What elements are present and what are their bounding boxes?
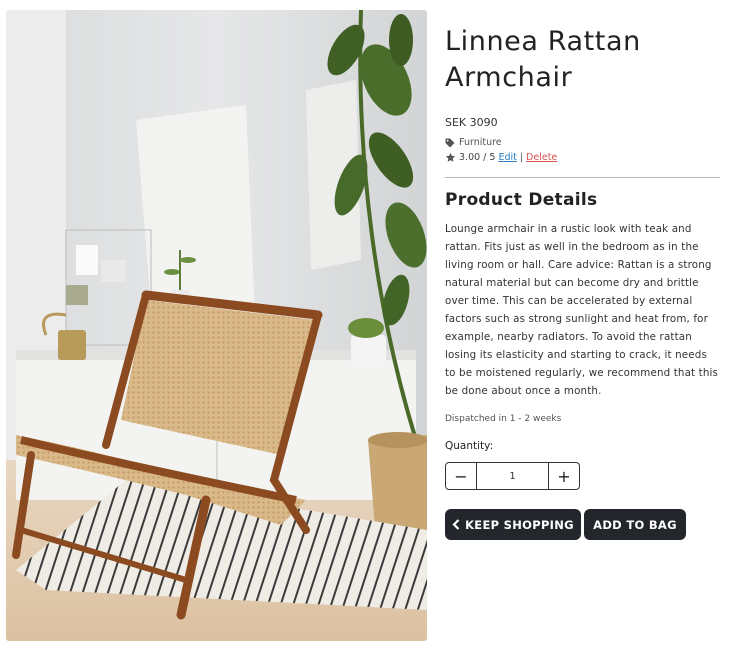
add-to-bag-button[interactable]: ADD TO BAG — [584, 509, 686, 540]
keep-shopping-label: KEEP SHOPPING — [465, 517, 574, 532]
product-rating: 3.00 / 5 Edit | Delete — [445, 152, 720, 163]
link-separator: | — [519, 152, 524, 163]
delete-link[interactable]: Delete — [526, 152, 557, 163]
quantity-input[interactable] — [476, 463, 549, 489]
details-title: Product Details — [445, 190, 598, 210]
increment-button[interactable]: + — [549, 463, 579, 489]
edit-link[interactable]: Edit — [498, 152, 516, 163]
decrement-button[interactable]: − — [446, 463, 476, 489]
product-price: SEK 3090 — [445, 116, 498, 129]
divider — [445, 177, 720, 178]
action-buttons: KEEP SHOPPING ADD TO BAG — [445, 509, 720, 540]
chevron-left-icon — [452, 519, 460, 530]
product-description: Lounge armchair in a rustic look with te… — [445, 223, 719, 397]
category-label: Furniture — [459, 137, 502, 148]
product-title: Linnea Rattan Armchair — [445, 26, 641, 93]
product-image — [6, 10, 427, 641]
quantity-label: Quantity: — [445, 440, 494, 452]
star-icon — [445, 152, 456, 162]
add-to-bag-label: ADD TO BAG — [593, 517, 677, 532]
keep-shopping-button[interactable]: KEEP SHOPPING — [445, 509, 581, 540]
quantity-stepper: − + — [445, 462, 580, 490]
product-photo — [6, 10, 427, 641]
product-info: Linnea Rattan Armchair SEK 3090 Furnitur… — [445, 24, 720, 540]
tag-icon — [445, 138, 455, 147]
product-category[interactable]: Furniture — [445, 137, 720, 148]
dispatch-info: Dispatched in 1 - 2 weeks — [445, 414, 562, 424]
rating-value: 3.00 / 5 — [459, 152, 496, 163]
